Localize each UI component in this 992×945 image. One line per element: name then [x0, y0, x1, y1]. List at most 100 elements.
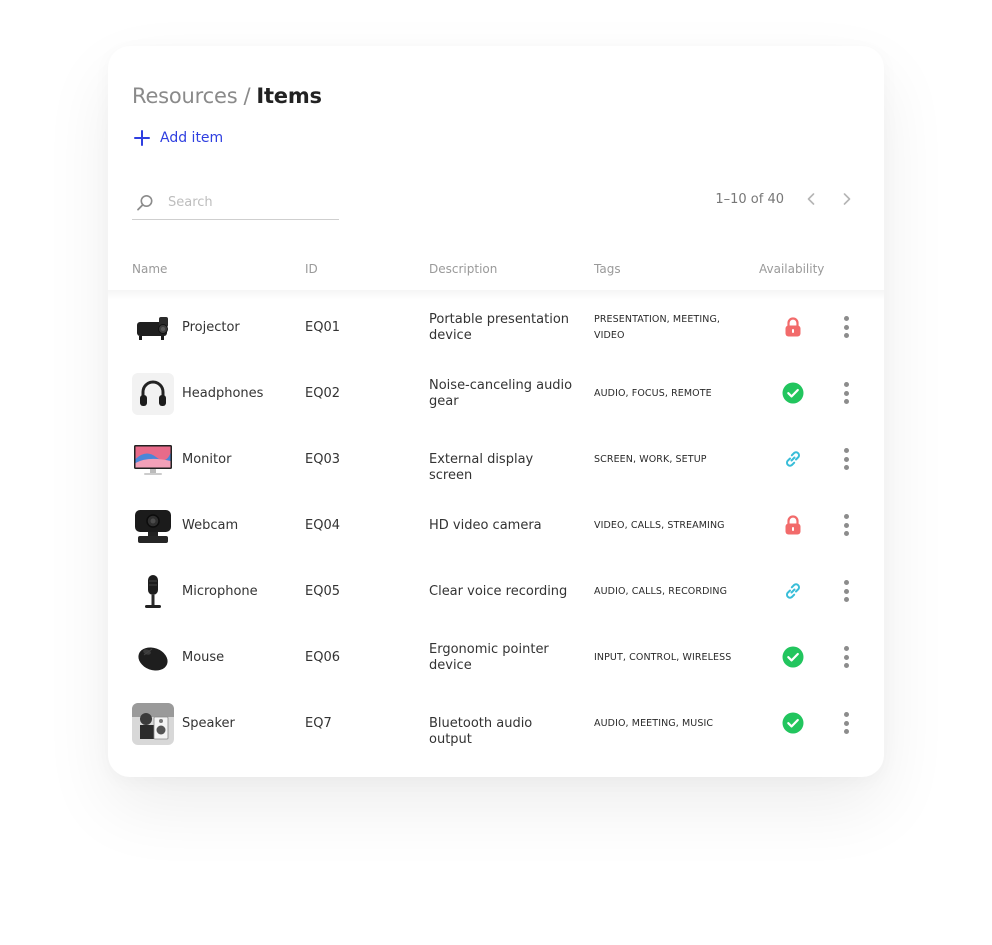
column-header-tags[interactable]: Tags [594, 262, 621, 276]
availability-check-circle-icon[interactable] [782, 382, 804, 404]
dot [843, 456, 849, 462]
plus-icon [134, 130, 150, 146]
table-header: Name ID Description Tags Availability [132, 262, 860, 278]
search-icon [137, 194, 153, 211]
item-tags: AUDIO, MEETING, MUSIC [594, 716, 734, 732]
webcam-thumb [132, 505, 174, 547]
dot [843, 588, 849, 594]
tags-line: PRESENTATION, MEETING, [594, 314, 721, 325]
table-row[interactable]: Speaker EQ7 Bluetooth audio output AUDIO, M… [108, 690, 884, 756]
dot [843, 720, 849, 726]
microphone-thumb [132, 571, 174, 613]
next-page-button[interactable] [838, 190, 856, 208]
availability-lock-icon[interactable] [782, 316, 804, 338]
more-options-button[interactable] [842, 446, 850, 472]
item-name[interactable]: Microphone [182, 584, 258, 599]
item-name[interactable]: Webcam [182, 518, 238, 533]
dot [843, 663, 849, 668]
mouse-thumb [132, 637, 174, 679]
more-options-button[interactable] [842, 644, 850, 670]
item-tags: AUDIO, FOCUS, REMOTE [594, 386, 734, 402]
description-line: Noise-canceling audio [429, 378, 573, 393]
description-line: Bluetooth audio output [429, 716, 533, 747]
chevron-right-icon [843, 193, 851, 205]
item-name[interactable]: Speaker [182, 716, 235, 731]
description-line: device [429, 328, 472, 343]
item-id: EQ06 [305, 650, 340, 665]
availability-link-icon[interactable] [782, 448, 804, 470]
column-header-description[interactable]: Description [429, 262, 497, 276]
table-row[interactable]: Headphones EQ02 Noise-canceling audio gear A… [108, 360, 884, 426]
availability-check-circle-icon[interactable] [782, 712, 804, 734]
dot [843, 390, 849, 396]
table-row[interactable]: Projector EQ01 Portable presentation device… [108, 294, 884, 360]
more-options-button[interactable] [842, 578, 850, 604]
table-row[interactable]: Microphone EQ05 Clear voice recording AUDIO… [108, 558, 884, 624]
item-name[interactable]: Projector [182, 320, 240, 335]
item-tags: INPUT, CONTROL, WIRELESS [594, 650, 734, 666]
description-line: Portable presentation [429, 312, 570, 327]
breadcrumb-separator: / [243, 84, 251, 108]
previous-page-button[interactable] [802, 190, 820, 208]
dot [843, 597, 849, 602]
item-tags: AUDIO, CALLS, RECORDING [594, 584, 734, 600]
item-name[interactable]: Headphones [182, 386, 263, 401]
item-name[interactable]: Monitor [182, 452, 231, 467]
item-description: External display screen [429, 452, 579, 484]
item-tags: VIDEO, CALLS, STREAMING [594, 518, 734, 534]
monitor-thumb [132, 439, 174, 481]
dot [843, 712, 849, 717]
description-line: Clear voice recording [429, 584, 568, 599]
pagination: 1–10 of 40 [715, 190, 856, 208]
add-item-button[interactable]: Add item [134, 130, 223, 146]
dot [843, 654, 849, 660]
dot [843, 324, 849, 330]
add-item-label: Add item [160, 130, 224, 146]
availability-lock-icon[interactable] [782, 514, 804, 536]
item-name[interactable]: Mouse [182, 650, 224, 665]
dot [843, 399, 849, 404]
item-description: Portable presentation device [429, 312, 579, 344]
speaker-thumb [132, 703, 174, 745]
dot [843, 465, 849, 470]
dot [843, 448, 849, 453]
column-header-name[interactable]: Name [132, 262, 167, 276]
dot [843, 316, 849, 321]
more-options-button[interactable] [842, 512, 850, 538]
more-options-button[interactable] [842, 314, 850, 340]
tags-line: SCREEN, WORK, SETUP [594, 454, 707, 465]
breadcrumb-resources-link[interactable]: Resources [132, 84, 238, 108]
column-header-availability[interactable]: Availability [759, 262, 824, 276]
page-title: Items [256, 84, 322, 108]
item-description: Ergonomic pointer device [429, 642, 579, 674]
availability-link-icon[interactable] [782, 580, 804, 602]
item-description: Noise-canceling audio gear [429, 378, 579, 410]
column-header-id[interactable]: ID [305, 262, 318, 276]
table-row[interactable]: Webcam EQ04 HD video camera VIDEO, CALLS, S… [108, 492, 884, 558]
tags-line: VIDEO, CALLS, STREAMING [594, 520, 725, 531]
item-description: HD video camera [429, 518, 579, 534]
item-id: EQ04 [305, 518, 340, 533]
tags-line: INPUT, CONTROL, WIRELESS [594, 652, 732, 663]
item-description: Clear voice recording [429, 584, 579, 600]
items-card: Resources/Items Add item 1–10 of 40 Name… [108, 46, 884, 777]
availability-check-circle-icon[interactable] [782, 646, 804, 668]
item-id: EQ03 [305, 452, 340, 467]
dot [843, 522, 849, 528]
table-row[interactable]: Monitor EQ03 External display screen SCREEN… [108, 426, 884, 492]
table-row[interactable]: Mouse EQ06 Ergonomic pointer device INPUT, C… [108, 624, 884, 690]
dot [843, 646, 849, 651]
dot [843, 531, 849, 536]
description-line: HD video camera [429, 518, 542, 533]
description-line: External display screen [429, 452, 534, 483]
dot [843, 333, 849, 338]
tags-line: AUDIO, CALLS, RECORDING [594, 586, 728, 597]
pagination-range: 1–10 of 40 [715, 191, 784, 207]
tags-line: VIDEO [594, 330, 625, 341]
tags-line: AUDIO, FOCUS, REMOTE [594, 388, 712, 399]
search-input[interactable] [168, 195, 328, 210]
item-id: EQ01 [305, 320, 340, 335]
more-options-button[interactable] [842, 710, 850, 736]
more-options-button[interactable] [842, 380, 850, 406]
dot [843, 382, 849, 387]
